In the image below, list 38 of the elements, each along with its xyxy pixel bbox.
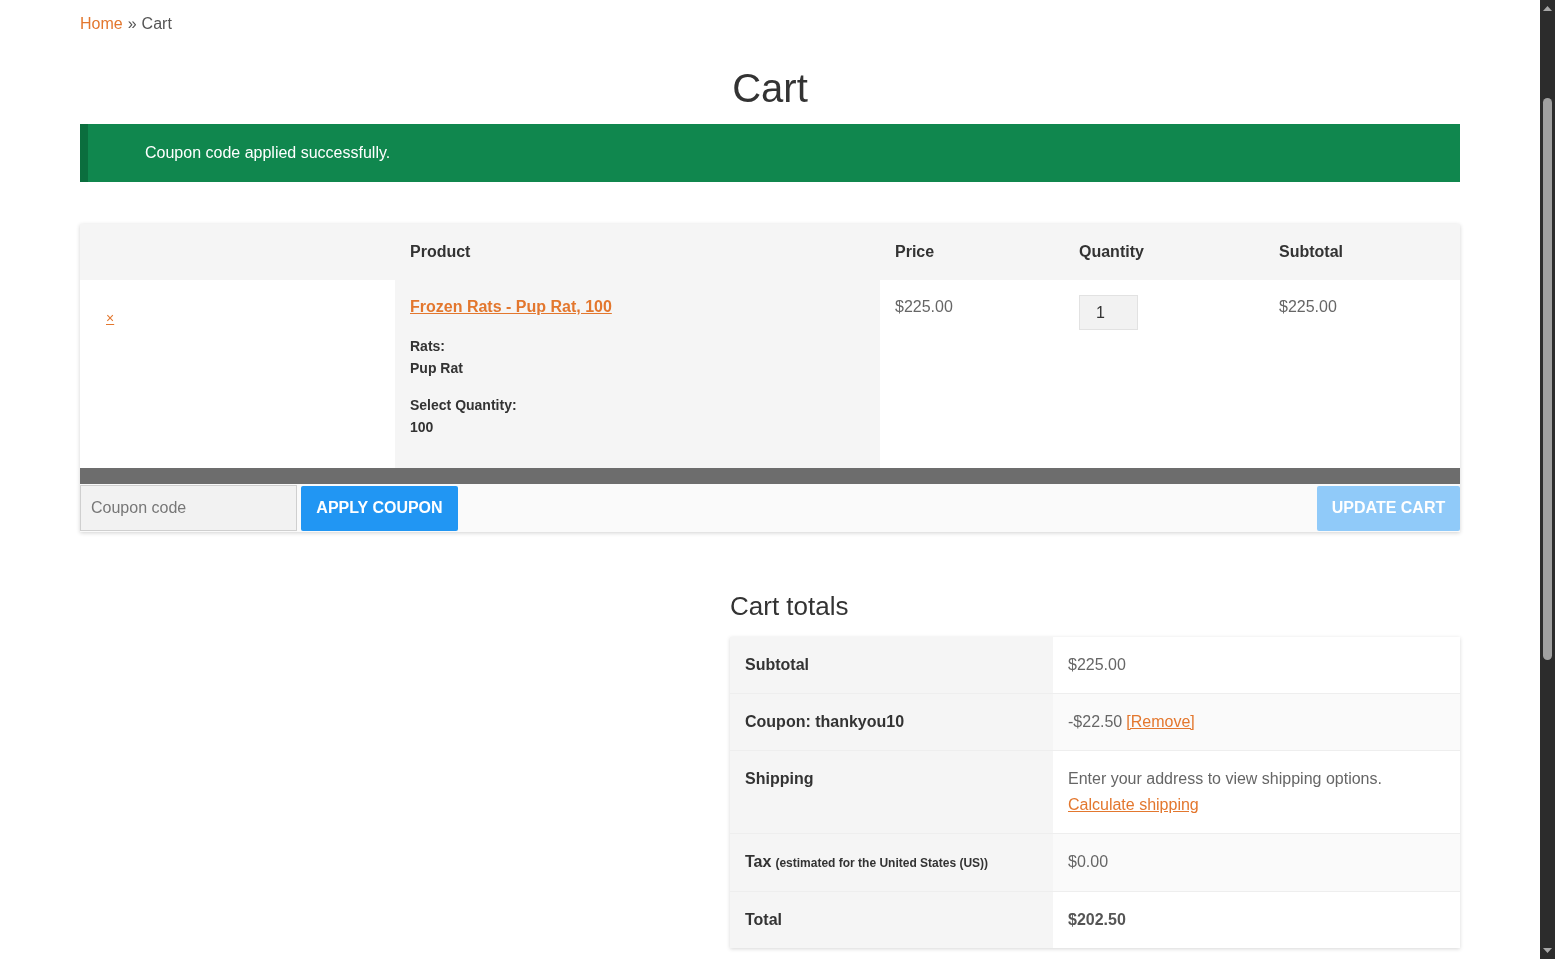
column-header: Quantity — [1079, 242, 1144, 262]
scroll-up-icon[interactable] — [1543, 6, 1552, 11]
shipping-message: Enter your address to view shipping options. — [1068, 769, 1382, 789]
attribute-value: 100 — [410, 418, 434, 437]
totals-label: Shipping — [745, 769, 814, 789]
totals-label: Coupon: thankyou10 — [745, 712, 905, 732]
breadcrumb-current: Cart — [141, 14, 172, 34]
remove-link[interactable]: × — [106, 310, 115, 326]
price-value: $225.00 — [895, 298, 953, 315]
apply-coupon-button[interactable]: APPLY COUPON — [301, 485, 458, 531]
scrollbar[interactable] — [1540, 0, 1555, 959]
totals-label: Tax — [745, 852, 772, 872]
page-title: Cart — [732, 65, 808, 112]
totals-label: Subtotal — [745, 655, 809, 675]
scroll-down-icon[interactable] — [1543, 948, 1552, 953]
total-value: $202.50 — [1068, 911, 1126, 928]
subtotal-value: $225.00 — [1279, 298, 1337, 315]
column-header: Subtotal — [1279, 242, 1343, 262]
attribute-label: Select Quantity: — [410, 396, 517, 415]
breadcrumb-link[interactable]: Home — [80, 14, 123, 34]
column-header: Price — [895, 242, 935, 262]
section-title: Cart totals — [730, 591, 849, 622]
attribute-value: Pup Rat — [410, 359, 463, 378]
attribute-label: Rats: — [410, 337, 445, 356]
discount-value: -$22.50 — [1068, 713, 1123, 730]
quantity-field[interactable]: 1 — [1079, 295, 1138, 330]
breadcrumb-separator: » — [127, 14, 137, 34]
column-header: Product — [410, 242, 471, 262]
scrollbar-thumb[interactable] — [1543, 98, 1552, 660]
coupon-field[interactable]: Coupon code — [80, 485, 297, 531]
calculate-shipping-link[interactable]: Calculate shipping — [1068, 795, 1199, 815]
product-link[interactable]: Frozen Rats - Pup Rat, 100 — [410, 297, 612, 317]
totals-note: (estimated for the United States (US)) — [775, 855, 989, 872]
remove-coupon-link[interactable]: [Remove] — [1126, 713, 1195, 730]
success-notice: Coupon code applied successfully. — [80, 124, 1460, 182]
totals-value: $225.00 — [1068, 656, 1126, 673]
totals-value: $0.00 — [1068, 853, 1109, 870]
totals-label: Total — [745, 910, 783, 930]
